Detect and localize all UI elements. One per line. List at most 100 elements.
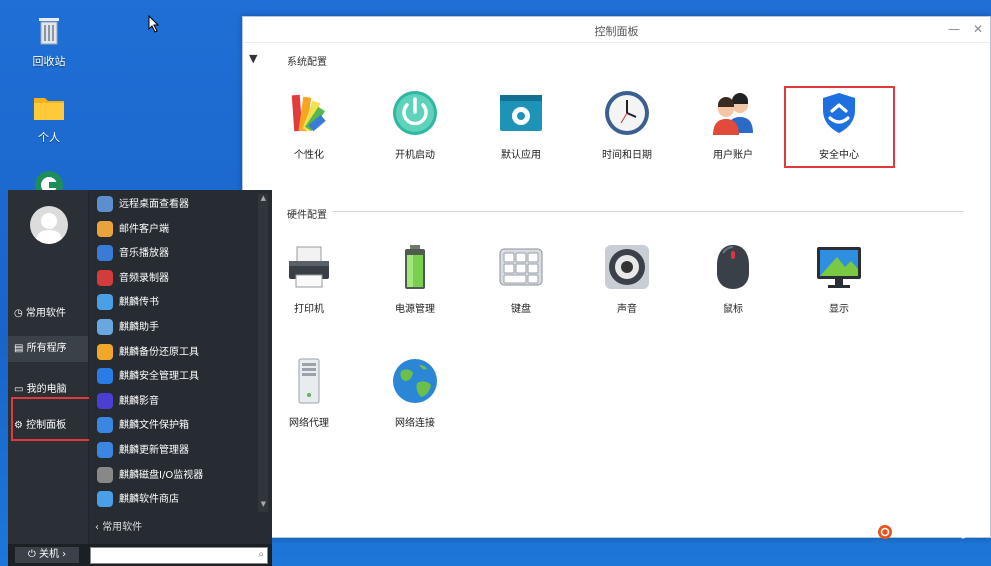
cp-item-label: 声音 bbox=[617, 304, 637, 315]
app-label: 音频录制器 bbox=[119, 272, 169, 284]
list-item[interactable]: 麒麟更新管理器 bbox=[97, 440, 189, 462]
cp-item-label: 网络连接 bbox=[395, 418, 435, 429]
app-icon bbox=[97, 368, 113, 385]
list-item[interactable]: 麒麟助手 bbox=[97, 317, 159, 339]
app-icon bbox=[97, 196, 113, 212]
start-menu-sidebar: ◷ 常用软件 ▤ 所有程序 ▭ 我的电脑 ⚙ 控制面板 bbox=[8, 190, 88, 566]
desktop-home-label: 个人 bbox=[38, 131, 60, 144]
cp-item-printer[interactable]: 打印机 bbox=[269, 243, 349, 315]
app-label: 麒麟文件保护箱 bbox=[119, 420, 189, 432]
control-panel-highlight bbox=[11, 397, 101, 441]
list-item[interactable]: 麒麟安全管理工具 bbox=[97, 366, 199, 388]
app-label: 麒麟助手 bbox=[119, 322, 159, 333]
close-button[interactable]: ✕ bbox=[970, 21, 986, 37]
avatar[interactable] bbox=[30, 206, 68, 244]
app-icon bbox=[97, 392, 113, 409]
brand-text: UbuntuKylin bbox=[897, 524, 987, 540]
grid-icon: ▤ bbox=[14, 343, 24, 354]
back-to-common-link[interactable]: ‹ 常用软件 bbox=[95, 518, 142, 533]
app-icon bbox=[97, 220, 113, 237]
cp-item-network[interactable]: 网络连接 bbox=[375, 357, 455, 429]
cp-item-users[interactable]: 用户账户 bbox=[693, 89, 773, 161]
user-avatar-icon bbox=[35, 213, 63, 244]
list-item[interactable]: 麒麟传书 bbox=[97, 292, 159, 314]
app-icon bbox=[97, 343, 113, 360]
list-item[interactable]: 音频录制器 bbox=[97, 268, 169, 290]
app-icon bbox=[97, 417, 113, 434]
window-title: 控制面板 bbox=[594, 25, 639, 38]
window-titlebar[interactable]: 控制面板 — ✕ bbox=[243, 17, 990, 43]
list-item[interactable]: 邮件客户端 bbox=[97, 219, 169, 241]
app-label: 麒麟软件商店 bbox=[119, 494, 179, 506]
globe-icon bbox=[393, 359, 437, 403]
app-label: 音乐播放器 bbox=[119, 248, 169, 260]
cp-item-datetime[interactable]: 时间和日期 bbox=[587, 89, 667, 161]
nav-all-programs[interactable]: ▤ 所有程序 bbox=[8, 336, 88, 362]
back-label: 常用软件 bbox=[102, 522, 143, 533]
cp-item-mouse[interactable]: 鼠标 bbox=[693, 243, 773, 315]
app-icon bbox=[97, 491, 113, 508]
minimize-button[interactable]: — bbox=[946, 21, 962, 37]
desktop-trash-label: 回收站 bbox=[32, 55, 66, 68]
users-icon bbox=[713, 93, 753, 135]
scroll-down-icon[interactable]: ▼ bbox=[261, 500, 266, 508]
cp-item-display[interactable]: 显示 bbox=[799, 243, 879, 315]
trash-icon bbox=[39, 18, 59, 45]
section-divider bbox=[333, 211, 964, 212]
cp-item-proxy[interactable]: 网络代理 bbox=[269, 357, 349, 429]
app-icon bbox=[97, 269, 113, 286]
control-panel-window: 控制面板 — ✕ ▼ 系统配置 硬件配置 个性化 开机启动 默认应用 时间和日期… bbox=[242, 16, 991, 538]
cp-item-personalization[interactable]: 个性化 bbox=[269, 89, 349, 161]
cp-item-sound[interactable]: 声音 bbox=[587, 243, 667, 315]
personalization-icon bbox=[291, 94, 326, 132]
nav-label: 我的电脑 bbox=[26, 384, 67, 395]
ubuntukylin-logo: UbuntuKylin bbox=[877, 524, 987, 540]
cp-item-keyboard[interactable]: 键盘 bbox=[481, 243, 561, 315]
app-label: 麒麟安全管理工具 bbox=[119, 371, 199, 383]
search-input[interactable]: ⌕ bbox=[90, 547, 268, 564]
app-icon bbox=[97, 245, 113, 262]
cp-item-startup[interactable]: 开机启动 bbox=[375, 89, 455, 161]
nav-my-computer[interactable]: ▭ 我的电脑 bbox=[14, 380, 67, 395]
app-label: 邮件客户端 bbox=[119, 223, 169, 235]
desktop-home[interactable]: 个人 bbox=[19, 92, 79, 145]
list-item[interactable]: 麒麟磁盘I/O监视器 bbox=[97, 465, 203, 487]
printer-icon bbox=[289, 246, 329, 288]
collapse-triangle-icon[interactable]: ▼ bbox=[249, 52, 257, 65]
power-button[interactable]: ⏻ 关机 › bbox=[15, 547, 79, 563]
cp-item-label: 电源管理 bbox=[395, 304, 435, 315]
cp-item-label: 时间和日期 bbox=[602, 150, 652, 161]
app-list: 远程桌面查看器 邮件客户端 音乐播放器 音频录制器 麒麟传书 麒麟助手 麒麟备份还原工具 麒麟… bbox=[89, 190, 272, 566]
list-item[interactable]: 音乐播放器 bbox=[97, 243, 169, 265]
nav-common-software[interactable]: ◷ 常用软件 bbox=[14, 304, 66, 319]
clock-icon bbox=[605, 91, 649, 135]
cp-item-default-apps[interactable]: 默认应用 bbox=[481, 89, 561, 161]
nav-label: 常用软件 bbox=[25, 308, 66, 319]
cp-item-label: 鼠标 bbox=[723, 304, 743, 315]
chevron-right-icon: › bbox=[62, 549, 67, 560]
speaker-icon bbox=[605, 245, 649, 289]
app-list-scrollbar[interactable] bbox=[258, 194, 268, 512]
list-item[interactable]: 麒麟文件保护箱 bbox=[97, 415, 189, 437]
cp-item-label: 用户账户 bbox=[713, 150, 753, 161]
default-apps-icon bbox=[500, 95, 542, 131]
app-icon bbox=[97, 442, 113, 458]
cp-item-power[interactable]: 电源管理 bbox=[375, 243, 455, 315]
app-icon bbox=[97, 294, 113, 311]
cp-item-label: 键盘 bbox=[511, 304, 531, 315]
desktop-trash[interactable]: 回收站 bbox=[19, 12, 79, 69]
folder-icon bbox=[34, 98, 64, 120]
chevron-left-icon: ‹ bbox=[95, 522, 99, 533]
list-item[interactable]: 麒麟备份还原工具 bbox=[97, 342, 199, 364]
security-center-highlight bbox=[784, 86, 895, 168]
app-icon bbox=[97, 319, 113, 335]
list-item[interactable]: 麒麟软件商店 bbox=[97, 489, 179, 511]
app-label: 远程桌面查看器 bbox=[119, 199, 189, 210]
list-item[interactable]: 麒麟影音 bbox=[97, 391, 159, 413]
mouse-cursor-icon bbox=[148, 15, 160, 33]
monitor-icon bbox=[817, 247, 861, 288]
scroll-up-icon[interactable]: ▲ bbox=[261, 194, 266, 202]
list-item[interactable]: 远程桌面查看器 bbox=[97, 194, 189, 216]
mouse-icon bbox=[717, 245, 749, 289]
cp-item-label: 打印机 bbox=[294, 304, 324, 315]
